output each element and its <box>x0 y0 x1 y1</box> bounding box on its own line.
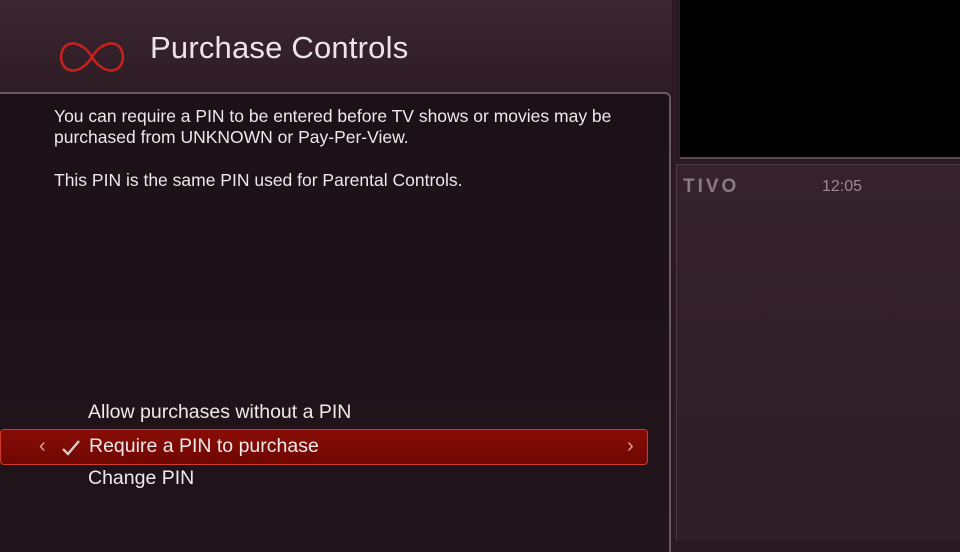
live-tv-preview <box>680 0 960 159</box>
chevron-left-icon[interactable]: ‹ <box>39 435 46 458</box>
chevron-right-icon[interactable]: › <box>627 435 634 458</box>
page-title: Purchase Controls <box>150 30 409 65</box>
option-allow-without-pin[interactable]: Allow purchases without a PIN <box>0 396 648 432</box>
option-label: Allow purchases without a PIN <box>88 401 352 423</box>
option-change-pin[interactable]: Change PIN <box>0 462 648 498</box>
infinity-logo-icon <box>59 42 125 72</box>
clock-time: 12:05 <box>822 178 863 195</box>
option-require-pin[interactable]: ‹ Require a PIN to purchase › <box>0 429 648 465</box>
option-label: Require a PIN to purchase <box>89 435 319 457</box>
option-label: Change PIN <box>88 467 195 489</box>
description-note: This PIN is the same PIN used for Parent… <box>54 170 463 190</box>
page-header: Purchase Controls <box>0 0 672 92</box>
info-side-panel <box>676 164 960 541</box>
checkmark-icon <box>62 440 80 456</box>
description-text: You can require a PIN to be entered befo… <box>54 106 612 147</box>
tivo-logo: TIVO <box>683 176 740 197</box>
